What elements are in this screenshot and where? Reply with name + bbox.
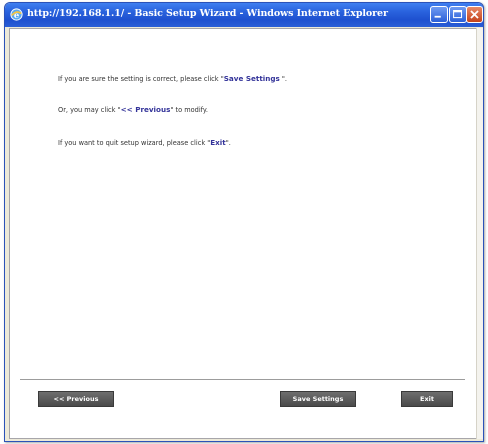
maximize-button[interactable]	[449, 6, 467, 23]
internet-explorer-icon: e	[10, 8, 23, 21]
minimize-button[interactable]	[430, 6, 448, 23]
exit-button[interactable]: Exit	[401, 391, 453, 407]
modify-message: Or, you may click "<< Previous" to modif…	[58, 105, 208, 114]
previous-emphasis: << Previous	[120, 105, 171, 114]
save-settings-button[interactable]: Save Settings	[280, 391, 356, 407]
exit-emphasis: Exit	[210, 138, 226, 147]
window-title: http://192.168.1.1/ - Basic Setup Wizard…	[27, 8, 388, 19]
confirm-message: If you are sure the setting is correct, …	[58, 74, 287, 83]
close-button[interactable]	[466, 6, 483, 23]
vertical-scrollbar[interactable]	[476, 28, 483, 439]
previous-button[interactable]: << Previous	[38, 391, 114, 407]
quit-message: If you want to quit setup wizard, please…	[58, 138, 231, 147]
browser-window: e http://192.168.1.1/ - Basic Setup Wiza…	[4, 2, 484, 442]
close-icon	[470, 10, 479, 19]
minimize-icon	[434, 15, 441, 18]
svg-text:e: e	[14, 10, 19, 20]
page-content: If you are sure the setting is correct, …	[9, 28, 477, 439]
maximize-icon	[453, 10, 463, 19]
save-settings-emphasis: Save Settings	[223, 74, 280, 83]
button-divider	[20, 379, 465, 381]
title-bar[interactable]: e http://192.168.1.1/ - Basic Setup Wiza…	[5, 3, 483, 27]
